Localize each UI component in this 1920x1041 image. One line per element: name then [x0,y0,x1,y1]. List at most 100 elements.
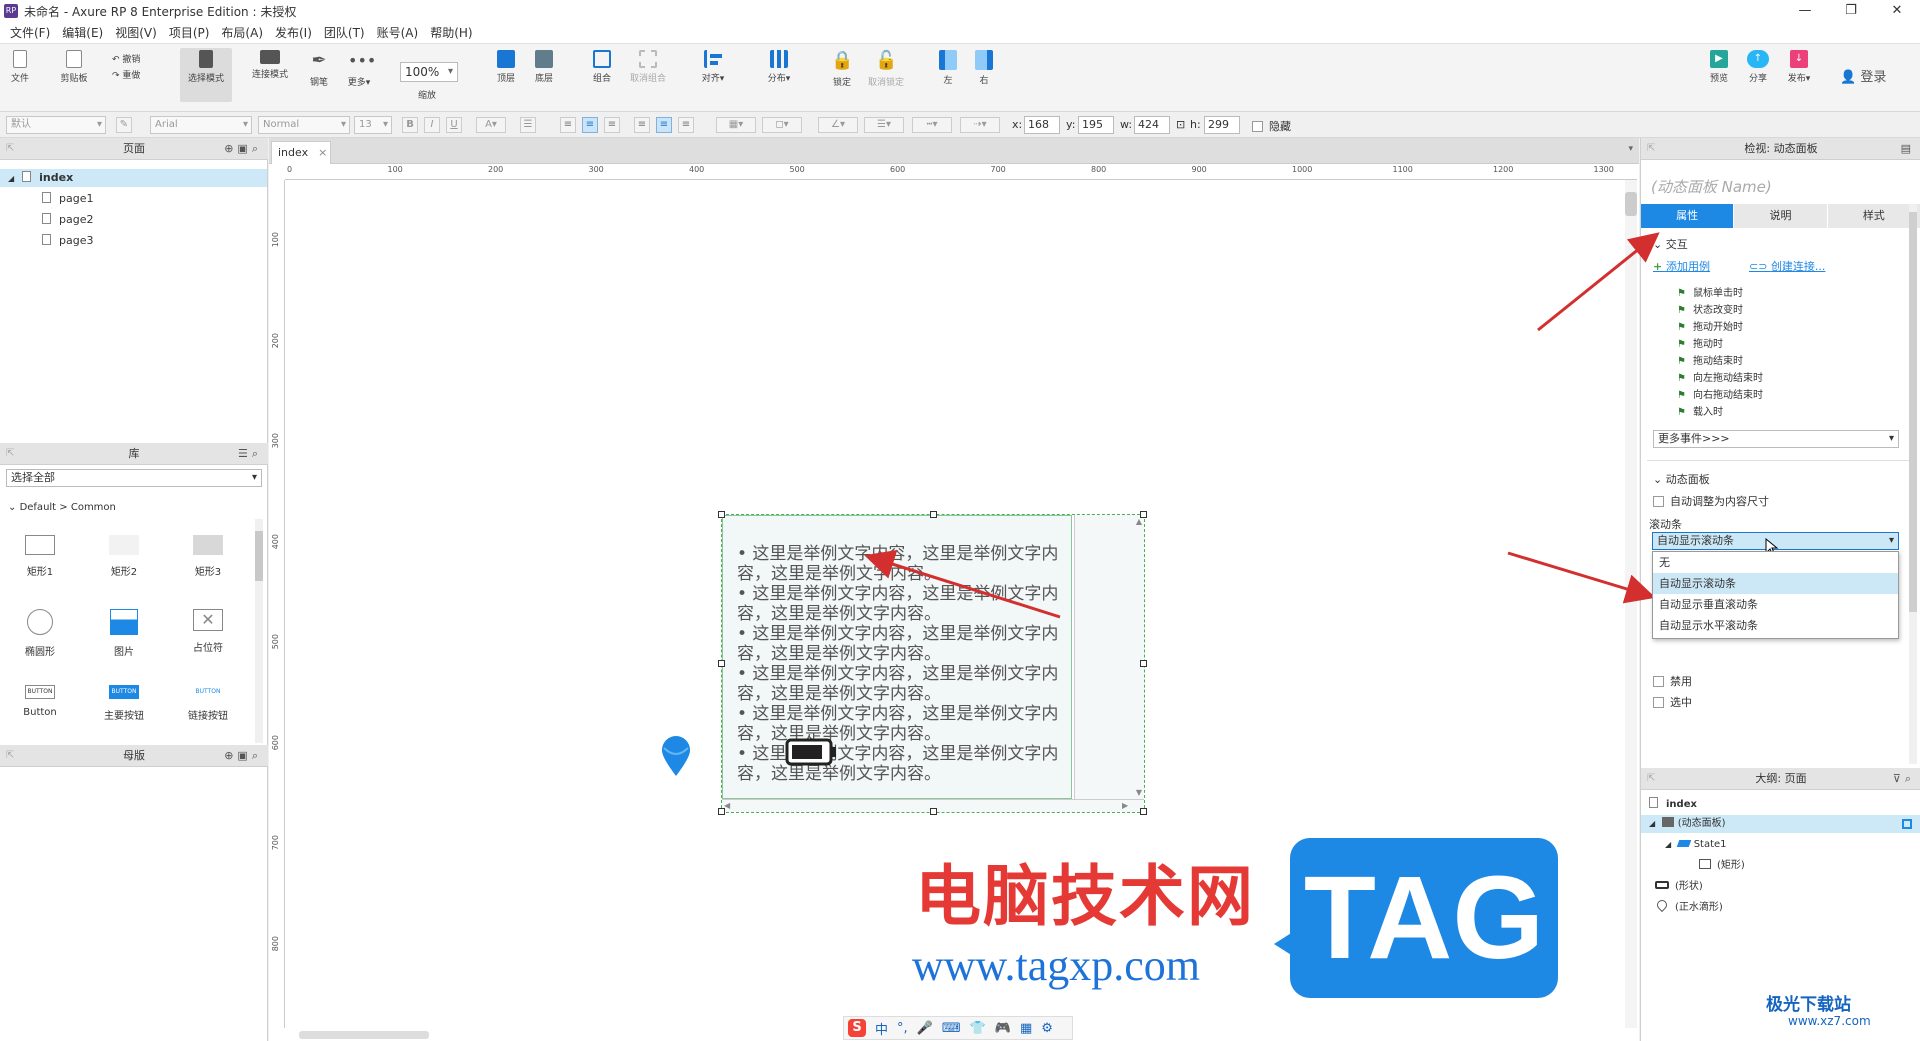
lock-button[interactable]: 🔒 锁定 [830,50,854,88]
align-top-icon[interactable]: ≡ [634,117,650,133]
outline-shape[interactable]: (形状) [1655,878,1703,896]
ime-toolbox-icon[interactable]: ▦ [1020,1021,1032,1036]
outline-index[interactable]: index [1649,796,1697,814]
w-input[interactable]: 424 [1134,116,1170,134]
ime-voice-icon[interactable]: 🎤 [917,1021,933,1036]
event-swipe-right[interactable]: ⚑ 向右拖动结束时 [1677,386,1763,401]
undo-button[interactable]: ↶ 撤销 [112,52,152,65]
scroll-down-icon[interactable]: ▼ [1136,788,1142,797]
ime-chinese[interactable]: 中 [875,1019,888,1038]
bold-icon[interactable]: B [402,117,418,133]
tab-menu-icon[interactable]: ▾ [1628,144,1633,154]
unlock-button[interactable]: 🔓 取消锁定 [864,50,908,88]
font-size-select[interactable]: 13 [354,116,392,134]
search-icon[interactable]: ⌕ [1905,772,1915,785]
lib-image[interactable]: 图片 [88,609,160,658]
share-button[interactable]: ↑ 分享 [1744,50,1772,84]
line-width-icon[interactable]: ☰▾ [864,117,904,133]
hidden-checkbox[interactable]: 隐藏 [1252,118,1291,134]
line-style-icon[interactable]: ┅▾ [912,117,952,133]
lib-rect3[interactable]: 矩形3 [172,535,244,578]
align-center-icon[interactable]: ≡ [582,117,598,133]
menu-file[interactable]: 文件(F) [4,22,56,44]
bring-top-button[interactable]: 顶层 [492,50,520,84]
library-group[interactable]: ⌄ Default > Common [8,499,116,517]
align-right-icon[interactable]: ≡ [604,117,620,133]
tab-style[interactable]: 样式 [1828,204,1920,228]
interaction-section[interactable]: ⌄ 交互 [1653,236,1688,252]
lib-rect1[interactable]: 矩形1 [4,535,76,578]
dynamic-panel[interactable]: • 这里是举例文字内容，这里是举例文字内容，这里是举例文字内容。 • 这里是举例… [718,511,1147,815]
ime-skin-icon[interactable]: 👕 [970,1021,986,1036]
more-events-select[interactable]: 更多事件>>> [1653,430,1899,448]
lock-ratio-icon[interactable]: ⊡ [1176,118,1185,131]
lib-ellipse[interactable]: 椭圆形 [4,609,76,658]
pin-icon[interactable]: ⇱ [6,745,14,767]
pin-icon[interactable]: ⇱ [1647,138,1655,160]
ime-settings-icon[interactable]: ⚙ [1041,1021,1053,1036]
right-button[interactable]: 右 [972,50,996,86]
event-drag-start[interactable]: ⚑ 拖动开始时 [1677,318,1743,333]
x-input[interactable]: 168 [1024,116,1060,134]
restore-icon[interactable]: ❐ [1828,0,1874,22]
library-select[interactable]: 选择全部 [6,469,262,487]
select-mode-button[interactable]: 选择模式 [180,48,232,102]
lib-link-button[interactable]: BUTTON 链接按钮 [172,685,244,722]
connect-mode-button[interactable]: 连接模式 [248,50,292,80]
pen-button[interactable]: ✒ 钢笔 [304,50,334,88]
publish-button[interactable]: ↓ 发布▾ [1784,50,1814,84]
fill-color-icon[interactable]: ▦▾ [716,117,756,133]
scrollbar-option-horizontal[interactable]: 自动显示水平滚动条 [1653,615,1898,636]
weight-select[interactable]: Normal [258,116,350,134]
scrollbar-option-auto[interactable]: 自动显示滚动条 [1653,573,1898,594]
resize-handle[interactable] [718,660,725,667]
tab-properties[interactable]: 属性 [1641,204,1735,228]
login-button[interactable]: 👤 登录 [1840,66,1886,85]
lib-rect2[interactable]: 矩形2 [88,535,160,578]
sogou-logo[interactable]: S [848,1019,866,1037]
bullet-list-icon[interactable]: ☰ [520,117,536,133]
ime-game-icon[interactable]: 🎮 [995,1021,1011,1036]
selected-checkbox[interactable]: 选中 [1653,694,1692,710]
shadow-icon[interactable]: ◻▾ [762,117,802,133]
group-button[interactable]: 组合 [588,50,616,84]
menu-help[interactable]: 帮助(H) [424,22,478,44]
add-folder-icon[interactable]: ▣ [237,142,251,155]
pin-icon[interactable]: ⇱ [6,443,14,465]
add-page-icon[interactable]: ⊕ [224,142,237,155]
pin-icon[interactable]: ⇱ [6,138,14,160]
outline-rectangle[interactable]: (矩形) [1699,857,1745,875]
close-tab-icon[interactable]: × [318,146,327,159]
close-icon[interactable]: ✕ [1874,0,1920,22]
menu-view[interactable]: 视图(V) [109,22,163,44]
create-link-link[interactable]: ⊂⊃ 创建连接... [1749,258,1825,274]
menu-team[interactable]: 团队(T) [318,22,371,44]
scroll-up-icon[interactable]: ▲ [1136,517,1142,526]
align-button[interactable]: 对齐▾ [698,50,728,84]
lib-placeholder[interactable]: ✕ 占位符 [172,609,244,654]
menu-account[interactable]: 账号(A) [371,22,425,44]
outline-dynamic-panel[interactable]: ◢ (动态面板) [1641,815,1920,833]
menu-project[interactable]: 项目(P) [163,22,216,44]
page-page1[interactable]: page1 [42,190,93,208]
ime-punct[interactable]: °, [897,1021,908,1036]
resize-handle[interactable] [718,511,725,518]
page-index[interactable]: ◢ index [0,169,267,187]
preview-button[interactable]: ▶ 预览 [1706,50,1732,84]
vscroll-thumb[interactable] [1625,192,1637,216]
event-swipe-left[interactable]: ⚑ 向左拖动结束时 [1677,369,1763,384]
battery-icon[interactable] [785,738,837,766]
event-drag[interactable]: ⚑ 拖动时 [1677,335,1723,350]
canvas-vscroll[interactable] [1625,180,1637,1028]
resize-handle[interactable] [1140,808,1147,815]
focus-icon[interactable] [1902,819,1912,829]
zoom-select[interactable]: 100% [400,62,458,82]
align-left-icon[interactable]: ≡ [560,117,576,133]
event-drag-end[interactable]: ⚑ 拖动结束时 [1677,352,1743,367]
ungroup-button[interactable]: 取消组合 [626,50,670,84]
underline-icon[interactable]: U [446,117,462,133]
add-case-link[interactable]: + 添加用例 [1653,258,1710,274]
lib-primary-button[interactable]: BUTTON 主要按钮 [88,685,160,722]
disabled-checkbox[interactable]: 禁用 [1653,673,1692,689]
search-icon[interactable]: ⌕ [252,447,262,460]
